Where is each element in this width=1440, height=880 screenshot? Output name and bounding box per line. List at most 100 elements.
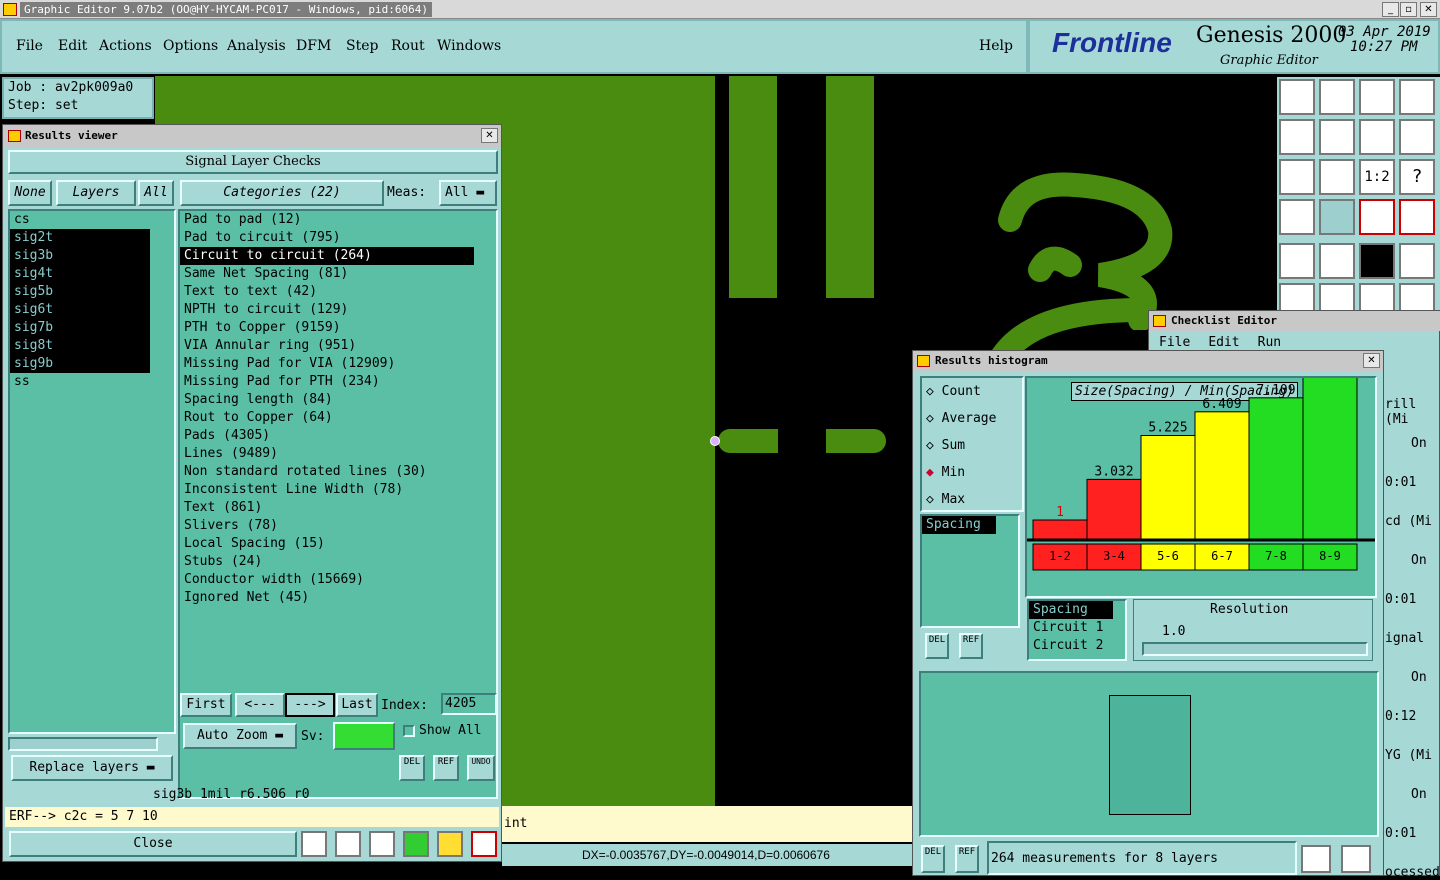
bottom-list[interactable]: Spacing Circuit 1 Circuit 2 [1027, 599, 1127, 661]
category-item[interactable]: Missing Pad for PTH (234) [180, 373, 496, 391]
none-button[interactable]: None [8, 180, 52, 206]
ruler-icon[interactable] [1359, 243, 1395, 279]
index-field[interactable]: 4205 [441, 693, 497, 715]
category-item[interactable]: VIA Annular ring (951) [180, 337, 496, 355]
auto-zoom-dropdown[interactable]: Auto Zoom ▬ [183, 723, 297, 749]
del-button[interactable]: DEL [399, 755, 425, 781]
layer-item[interactable]: sig9b [10, 355, 150, 373]
zoom-fit-icon[interactable] [1279, 159, 1315, 195]
mode-option[interactable]: ◇ Count [926, 384, 981, 399]
menu-step[interactable]: Step [346, 38, 378, 54]
category-item[interactable]: Lines (9489) [180, 445, 496, 463]
mode-option[interactable]: ◇ Average [926, 411, 996, 426]
tool-icon-5[interactable] [1279, 119, 1315, 155]
close-icon[interactable]: ✕ [1363, 353, 1380, 368]
menu-edit[interactable]: Edit [58, 38, 87, 54]
spacing-item[interactable]: Spacing [922, 516, 996, 534]
hist-ref-button-2[interactable]: REF [955, 845, 979, 873]
checklist-menu-item[interactable]: Run [1258, 335, 1281, 350]
layer-item[interactable]: ss [10, 373, 150, 391]
toolbar-icon-1[interactable] [301, 831, 327, 857]
sv-dropdown[interactable] [333, 722, 395, 750]
histogram-icon[interactable] [471, 831, 497, 857]
close-button[interactable]: Close [9, 831, 297, 857]
categories-button[interactable]: Categories (22) [180, 180, 384, 206]
menu-file[interactable]: File [16, 38, 43, 54]
category-item[interactable]: Inconsistent Line Width (78) [180, 481, 496, 499]
hist-del-button[interactable]: DEL [925, 633, 949, 659]
tool-icon-7[interactable] [1359, 119, 1395, 155]
first-button[interactable]: First [180, 693, 232, 717]
center-icon[interactable] [1319, 159, 1355, 195]
hist-tool-icon-1[interactable] [1301, 845, 1331, 873]
tool-icon-1[interactable] [1279, 79, 1315, 115]
category-item[interactable]: Text (861) [180, 499, 496, 517]
menu-windows[interactable]: Windows [437, 38, 501, 54]
layer-item[interactable]: sig6t [10, 301, 150, 319]
histogram-bar[interactable] [1248, 397, 1304, 541]
home-icon[interactable] [1359, 79, 1395, 115]
meas-dropdown[interactable]: All ▬ [439, 180, 497, 206]
restore-button[interactable]: ▫ [1400, 2, 1417, 17]
layer-item[interactable]: sig5b [10, 283, 150, 301]
category-item[interactable]: Pad to pad (12) [180, 211, 496, 229]
last-button[interactable]: Last [336, 693, 378, 717]
bottom-list-item[interactable]: Spacing [1029, 601, 1113, 619]
prev-button[interactable]: <--- [235, 693, 285, 717]
category-item[interactable]: Same Net Spacing (81) [180, 265, 496, 283]
toolbar-icon-2[interactable] [335, 831, 361, 857]
checklist-menu-item[interactable]: File [1159, 335, 1190, 350]
hist-del-button-2[interactable]: DEL [921, 845, 945, 873]
undo-button[interactable]: UNDO [467, 755, 495, 781]
histogram-bar[interactable] [1194, 411, 1250, 541]
grid-icon[interactable] [1319, 199, 1355, 235]
category-item[interactable]: Local Spacing (15) [180, 535, 496, 553]
tool-icon-15[interactable] [1359, 199, 1395, 235]
resolution-slider[interactable] [1142, 642, 1368, 656]
toolbar-icon-3[interactable] [369, 831, 395, 857]
menu-rout[interactable]: Rout [391, 38, 425, 54]
checklist-menu-item[interactable]: Edit [1208, 335, 1239, 350]
ref-button[interactable]: REF [433, 755, 459, 781]
next-button[interactable]: ---> [285, 693, 335, 717]
tool-icon-13[interactable] [1279, 199, 1315, 235]
category-item[interactable]: Missing Pad for VIA (12909) [180, 355, 496, 373]
layer-list[interactable]: cs sig2t sig3b sig4t sig5b sig6t sig7b sig8t sig… [8, 209, 176, 734]
layer-item[interactable]: sig2t [10, 229, 150, 247]
histogram-bar[interactable] [1032, 519, 1088, 541]
category-item[interactable]: Circuit to circuit (264) [180, 247, 474, 265]
bottom-list-item[interactable]: Circuit 2 [1029, 637, 1125, 655]
menu-options[interactable]: Options [163, 38, 218, 54]
category-item[interactable]: NPTH to circuit (129) [180, 301, 496, 319]
toolbar-icon-4[interactable] [403, 831, 429, 857]
layers-button[interactable]: Layers [56, 180, 136, 206]
histogram-bar[interactable] [1086, 478, 1142, 541]
hist-ref-button[interactable]: REF [959, 633, 983, 659]
layer-hscroll[interactable] [8, 737, 158, 751]
tool-icon-2[interactable] [1319, 79, 1355, 115]
category-item[interactable]: Pad to circuit (795) [180, 229, 496, 247]
category-item[interactable]: Non standard rotated lines (30) [180, 463, 496, 481]
category-item[interactable]: Stubs (24) [180, 553, 496, 571]
tool-icon-18[interactable] [1319, 243, 1355, 279]
layer-item[interactable]: sig3b [10, 247, 150, 265]
category-item[interactable]: Conductor width (15669) [180, 571, 496, 589]
tool-icon-17[interactable] [1279, 243, 1315, 279]
tool-icon-8[interactable] [1399, 119, 1435, 155]
tool-icon-20[interactable] [1399, 243, 1435, 279]
layer-item[interactable]: sig4t [10, 265, 150, 283]
tool-icon-16[interactable] [1399, 199, 1435, 235]
toolbar-icon-5[interactable] [437, 831, 463, 857]
spacing-list[interactable]: Spacing [920, 514, 1020, 628]
all-button[interactable]: All [138, 180, 174, 206]
mode-option[interactable]: ◆ Min [926, 465, 965, 480]
category-item[interactable]: PTH to Copper (9159) [180, 319, 496, 337]
menu-help[interactable]: Help [979, 38, 1013, 54]
layer-item[interactable]: cs [10, 211, 150, 229]
scale-icon[interactable]: 1:2 [1359, 159, 1395, 195]
category-item[interactable]: Text to text (42) [180, 283, 496, 301]
layer-item[interactable]: sig7b [10, 319, 150, 337]
menu-analysis[interactable]: Analysis [227, 38, 286, 54]
menu-actions[interactable]: Actions [99, 38, 152, 54]
histogram-bar[interactable] [1140, 435, 1196, 541]
